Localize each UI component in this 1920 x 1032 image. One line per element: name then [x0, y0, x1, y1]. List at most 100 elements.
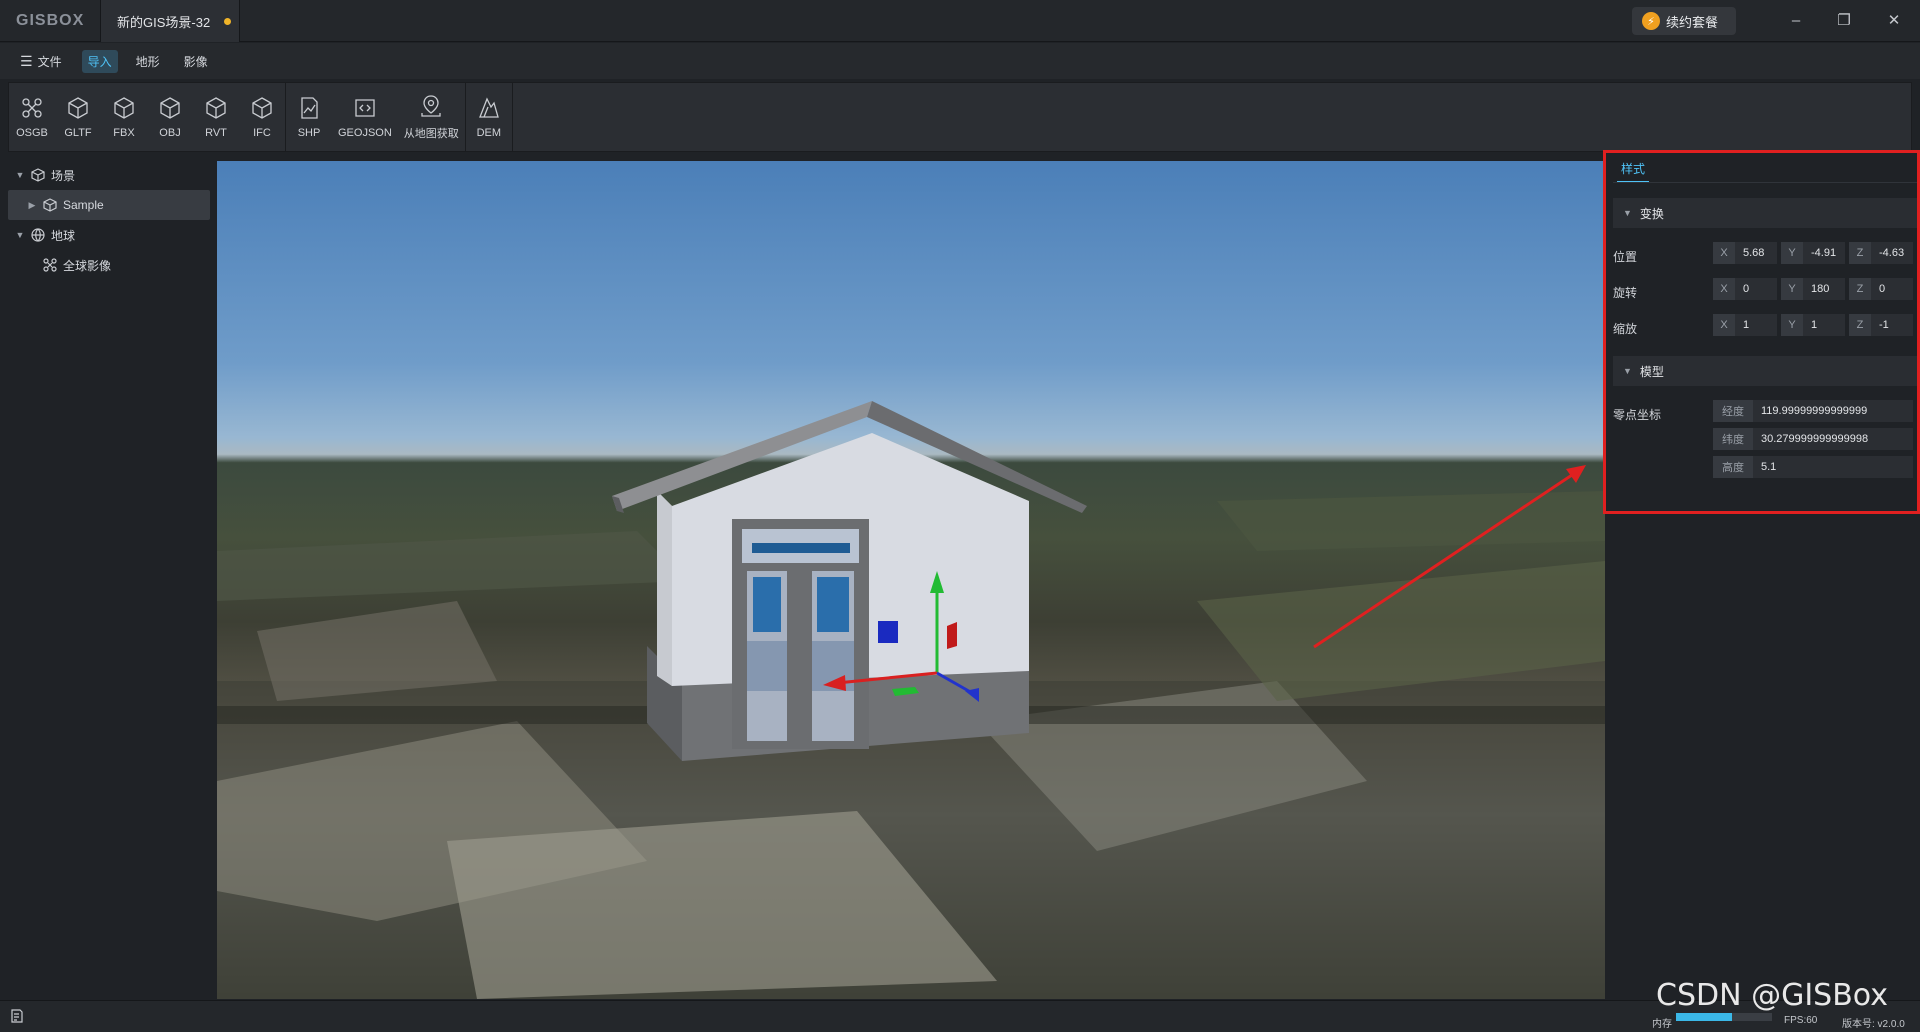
caret-down-icon[interactable]: ▼ — [14, 170, 26, 180]
restore-button[interactable]: ❐ — [1824, 8, 1864, 32]
scale-y-field[interactable]: Y1 — [1781, 314, 1845, 336]
map-pin-icon — [421, 95, 441, 117]
position-z-field[interactable]: Z -4.63 — [1849, 242, 1913, 264]
gltf-label: GLTF — [64, 127, 92, 139]
position-y-value: -4.91 — [1811, 247, 1837, 259]
transform-section-header[interactable]: ▼ 变换 — [1613, 198, 1917, 228]
latitude-value: 30.279999999999998 — [1761, 433, 1869, 445]
file-menu[interactable]: ☰ 文件 — [20, 53, 62, 70]
position-y-field[interactable]: Y -4.91 — [1781, 242, 1845, 264]
terrain-import-group: DEM — [466, 83, 513, 151]
scale-label: 缩放 — [1613, 322, 1638, 336]
close-button[interactable]: ✕ — [1874, 8, 1914, 32]
height-value: 5.1 — [1761, 461, 1777, 473]
document-tab[interactable]: 新的GIS场景-32 — [100, 0, 240, 42]
rotation-y-field[interactable]: Y 180 — [1781, 278, 1845, 300]
gltf-button[interactable]: GLTF — [55, 83, 101, 151]
axis-z-label: Z — [1849, 242, 1871, 264]
geojson-icon — [355, 99, 375, 117]
cube-icon — [160, 97, 180, 119]
fbx-button[interactable]: FBX — [101, 83, 147, 151]
tree-item-sample-label: Sample — [63, 198, 104, 212]
model-import-group: OSGB GLTF FBX OBJ RVT IFC — [9, 83, 286, 151]
version-label: 版本号: v2.0.0 — [1842, 1019, 1905, 1030]
unsaved-dot-icon — [224, 17, 232, 25]
tree-item-globe-label: 地球 — [51, 228, 76, 243]
rotation-x-field[interactable]: X0 — [1713, 278, 1777, 300]
tab-terrain[interactable]: 地形 — [130, 50, 166, 73]
scale-y-value: 1 — [1811, 319, 1818, 331]
cube-icon — [114, 97, 134, 119]
globe-icon — [31, 228, 45, 242]
axis-x-label: X — [1713, 314, 1735, 336]
tree-item-sample[interactable]: ▶ Sample — [8, 190, 210, 220]
ifc-button[interactable]: IFC — [239, 83, 285, 151]
transform-section-label: 变换 — [1639, 206, 1664, 221]
scale-z-field[interactable]: Z -1 — [1849, 314, 1913, 336]
minimize-button[interactable]: – — [1776, 8, 1816, 32]
import-toolbar: OSGB GLTF FBX OBJ RVT IFC SHP GEOJSON 从地… — [8, 82, 1912, 152]
ifc-label: IFC — [253, 127, 271, 139]
shp-button[interactable]: SHP — [286, 83, 332, 151]
cube-icon — [68, 97, 88, 119]
hamburger-icon: ☰ — [20, 52, 33, 69]
scale-x-value: 1 — [1743, 319, 1750, 331]
model-section-header[interactable]: ▼ 模型 — [1613, 356, 1917, 386]
cube-icon — [206, 97, 226, 119]
caret-down-icon[interactable]: ▼ — [14, 230, 26, 240]
caret-right-icon[interactable]: ▶ — [26, 200, 38, 211]
obj-button[interactable]: OBJ — [147, 83, 193, 151]
model-section-label: 模型 — [1639, 364, 1664, 379]
tree-item-global-imagery[interactable]: 全球影像 — [0, 250, 214, 280]
axis-z-label: Z — [1849, 278, 1871, 300]
tab-style[interactable]: 样式 — [1617, 160, 1650, 183]
renew-plan-label: 续约套餐 — [1666, 14, 1719, 30]
notes-icon[interactable] — [10, 1009, 24, 1023]
rotation-y-value: 180 — [1811, 283, 1830, 295]
lightning-icon: ⚡ — [1642, 12, 1660, 30]
axis-x-label: X — [1713, 278, 1735, 300]
position-x-field[interactable]: X 5.68 — [1713, 242, 1777, 264]
rotation-z-value: 0 — [1879, 283, 1886, 295]
cube-icon — [252, 97, 272, 119]
osgb-label: OSGB — [16, 127, 48, 139]
latitude-key: 纬度 — [1713, 428, 1753, 450]
rvt-button[interactable]: RVT — [193, 83, 239, 151]
scale-x-field[interactable]: X1 — [1713, 314, 1777, 336]
fbx-label: FBX — [113, 127, 135, 139]
memory-label: 内存 — [1652, 1019, 1672, 1030]
fps-readout: FPS:60 — [1784, 1015, 1818, 1026]
document-tab-label: 新的GIS场景-32 — [117, 14, 211, 30]
annotation-arrow — [1313, 465, 1586, 649]
shp-label: SHP — [297, 127, 321, 139]
height-key: 高度 — [1713, 456, 1753, 478]
latitude-field[interactable]: 纬度 30.279999999999998 — [1713, 428, 1913, 450]
geojson-label: GEOJSON — [338, 127, 392, 139]
dem-icon — [478, 97, 499, 118]
geojson-button[interactable]: GEOJSON — [332, 83, 398, 151]
scale-z-value: -1 — [1879, 319, 1889, 331]
rotation-z-field[interactable]: Z0 — [1849, 278, 1913, 300]
tab-imagery[interactable]: 影像 — [178, 50, 214, 73]
vector-import-group: SHP GEOJSON 从地图获取 — [286, 83, 466, 151]
axis-z-label: Z — [1849, 314, 1871, 336]
tree-item-scene[interactable]: ▼ 场景 — [0, 160, 214, 190]
tab-import[interactable]: 导入 — [81, 49, 118, 73]
position-x-value: 5.68 — [1743, 247, 1765, 259]
longitude-field[interactable]: 经度 119.99999999999999 — [1713, 400, 1913, 422]
height-field[interactable]: 高度 5.1 — [1713, 456, 1913, 478]
renew-plan-button[interactable]: ⚡ 续约套餐 — [1632, 7, 1736, 35]
rvt-label: RVT — [205, 127, 227, 139]
tree-item-globe[interactable]: ▼ 地球 — [0, 220, 214, 250]
dem-button[interactable]: DEM — [466, 83, 512, 151]
cube-icon — [31, 168, 45, 182]
get-from-map-button[interactable]: 从地图获取 — [398, 83, 465, 151]
properties-panel: 样式 ▼ 变换 位置 X 5.68 Y -4.91 Z -4.63 旋转 X0 Y 18… — [1605, 150, 1920, 1000]
rotation-label: 旋转 — [1613, 286, 1638, 300]
watermark: CSDN @GISBox — [1656, 978, 1888, 1013]
osgb-button[interactable]: OSGB — [9, 83, 55, 151]
menu-bar: ☰ 文件 导入 地形 影像 — [0, 43, 1920, 79]
position-z-value: -4.63 — [1879, 247, 1905, 259]
position-label: 位置 — [1613, 250, 1638, 264]
imagery-icon — [43, 258, 57, 272]
